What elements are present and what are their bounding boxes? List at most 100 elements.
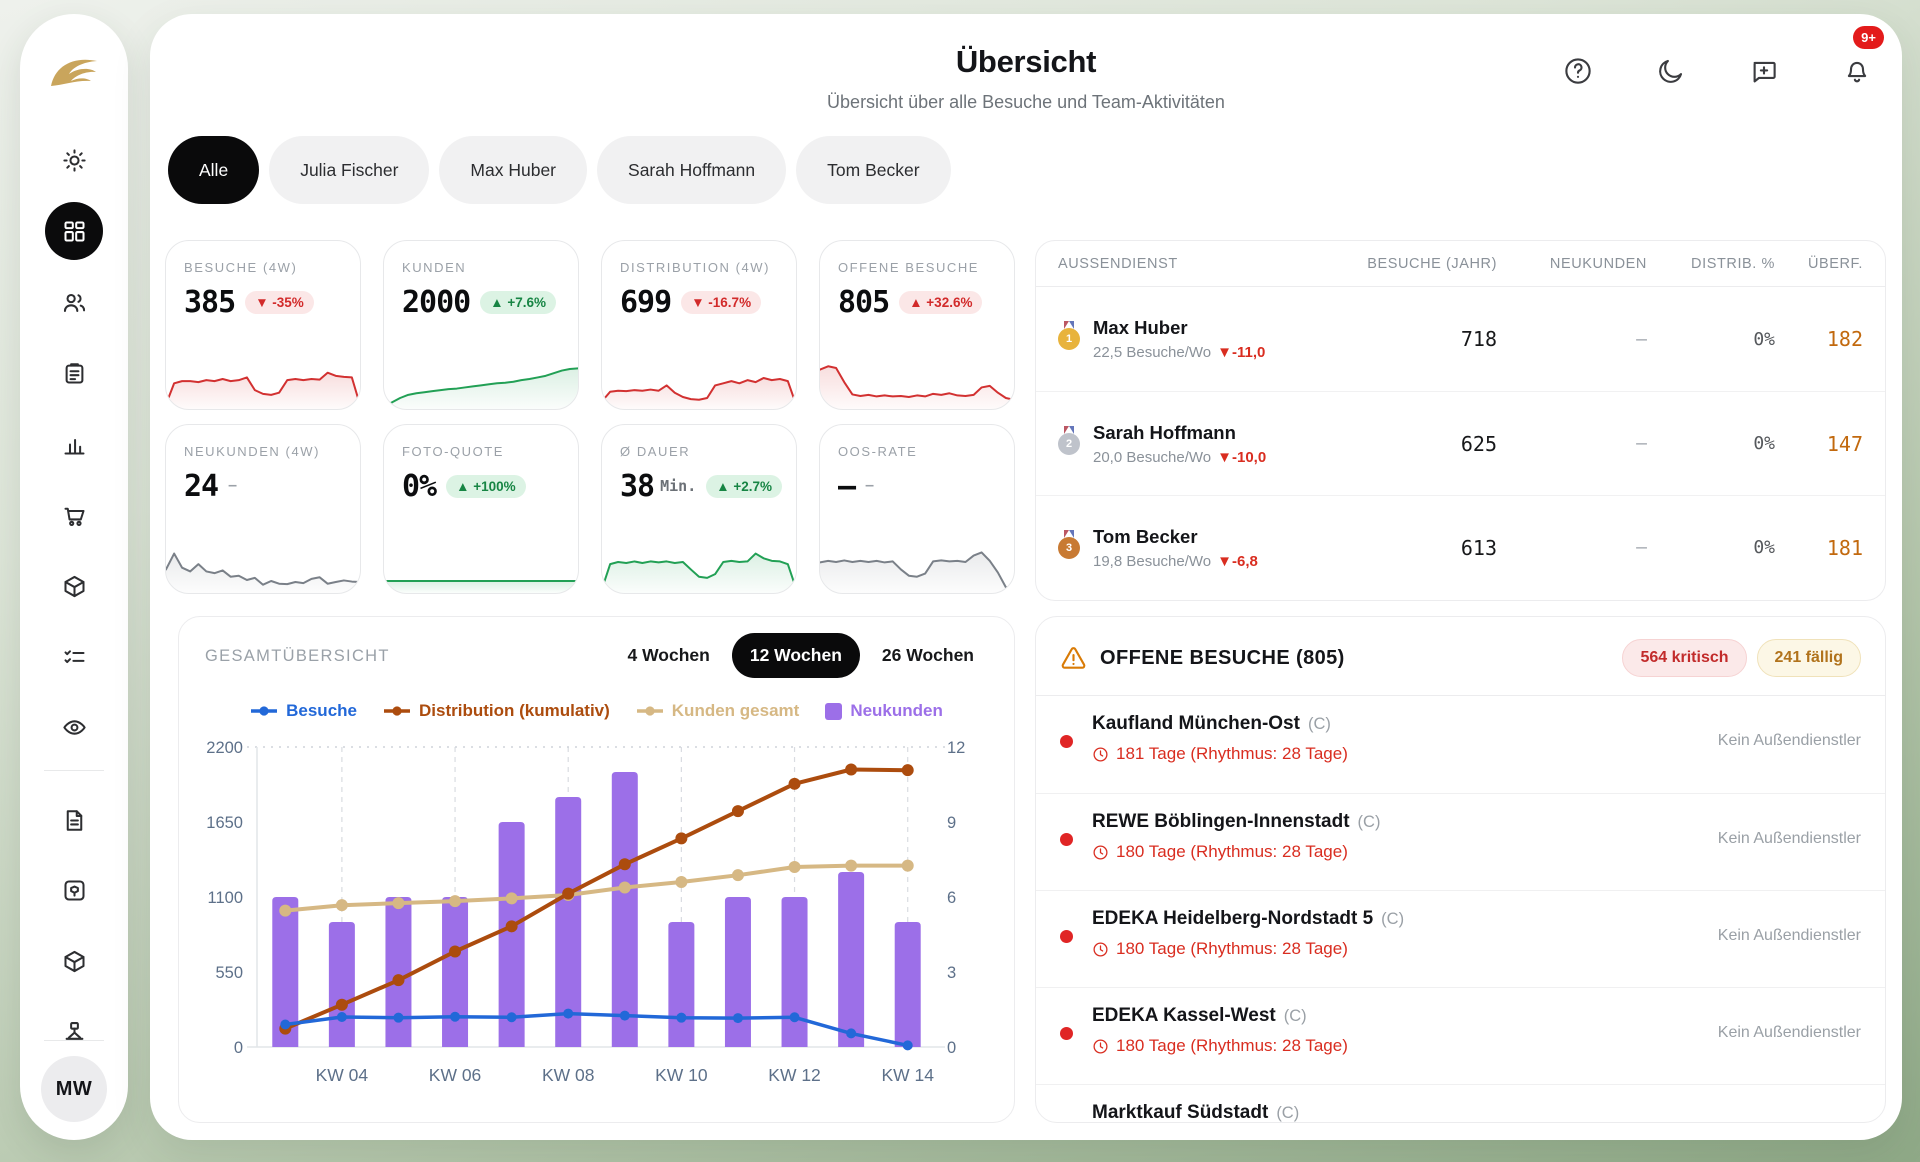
kpi-sparkline	[166, 533, 360, 593]
filter-pill-alle[interactable]: Alle	[168, 136, 259, 204]
sidebar-divider	[44, 1040, 104, 1041]
sidebar-item-eye[interactable]	[50, 703, 98, 751]
moon-icon	[1656, 56, 1686, 86]
team-member-rate: 19,8 Besuche/Wo▼-6,8	[1093, 553, 1258, 570]
chart-tab-4-wochen[interactable]: 4 Wochen	[610, 633, 728, 678]
visits-year-value: 718	[1322, 327, 1497, 351]
sidebar-item-dashboard[interactable]	[45, 202, 103, 260]
open-visit-item-edeka-kassel-west[interactable]: EDEKA Kassel-West(C)180 Tage (Rhythmus: …	[1036, 987, 1885, 1084]
sidebar-item-package-12[interactable]	[50, 937, 98, 985]
team-row-tom-becker[interactable]: 3Tom Becker19,8 Besuche/Wo▼-6,8613–0%181	[1036, 495, 1885, 599]
open-visit-item-rewe-böblingen-innenstadt[interactable]: REWE Böblingen-Innenstadt(C)180 Tage (Rh…	[1036, 793, 1885, 890]
kpi-value: —	[838, 469, 855, 504]
legend-line-marker	[250, 705, 278, 717]
notifications-button[interactable]	[1840, 54, 1874, 88]
sidebar-item-sitemap-13[interactable]	[50, 1007, 98, 1055]
dark-mode-toggle[interactable]	[1654, 54, 1688, 88]
chart-point-besuche	[733, 1013, 743, 1023]
ueberf-value: 147	[1775, 432, 1863, 456]
sidebar-item-sun[interactable]	[50, 136, 98, 184]
kpi-card-kunden: KUNDEN2000▲ +7.6%	[383, 240, 579, 410]
kpi-sparkline	[820, 349, 1014, 409]
chart-point-besuche	[507, 1012, 517, 1022]
notification-count-badge: 9+	[1853, 26, 1884, 49]
sidebar-item-document-10[interactable]	[50, 796, 98, 844]
dashboard-icon	[61, 218, 88, 245]
chart-bar-kw-04	[329, 922, 355, 1047]
sidebar-item-checklist[interactable]	[50, 633, 98, 681]
rate-delta: ▼-10,0	[1217, 449, 1266, 466]
open-visit-item-kaufland-münchen-ost[interactable]: Kaufland München-Ost(C)181 Tage (Rhythmu…	[1036, 696, 1885, 793]
sidebar-item-package[interactable]	[50, 562, 98, 610]
legend-item-kunden-gesamt[interactable]: Kunden gesamt	[636, 701, 800, 721]
store-name: REWE Böblingen-Innenstadt(C)	[1092, 811, 1655, 833]
offene-besuche-header: OFFENE BESUCHE (805) 564 kritisch241 fäl…	[1036, 617, 1885, 696]
y-right-tick: 9	[947, 814, 956, 832]
overdue-days: 180 Tage (Rhythmus: 28 Tage)	[1092, 1036, 1655, 1056]
sidebar-item-users[interactable]	[50, 278, 98, 326]
header-actions	[1561, 54, 1874, 88]
assignee-label: Kein Außendienstler	[1718, 830, 1861, 848]
legend-item-distribution-kumulativ[interactable]: Distribution (kumulativ)	[383, 701, 610, 721]
open-visit-item-edeka-heidelberg-nordstadt-5[interactable]: EDEKA Heidelberg-Nordstadt 5(C)180 Tage …	[1036, 890, 1885, 987]
chart-point-kunden-gesamt	[902, 860, 914, 872]
y-right-tick: 6	[947, 889, 956, 907]
combo-chart: 0550110016502200036912KW 04KW 06KW 08KW …	[179, 729, 1015, 1114]
sidebar-item-bar-chart[interactable]	[50, 420, 98, 468]
gesamtuebersicht-card: GESAMTÜBERSICHT 4 Wochen12 Wochen26 Woch…	[178, 616, 1015, 1123]
sidebar-item-box-export-11[interactable]	[50, 866, 98, 914]
filter-pill-tom-becker[interactable]: Tom Becker	[796, 136, 950, 204]
chart-line-besuche	[285, 1014, 907, 1046]
chart-tab-12-wochen[interactable]: 12 Wochen	[732, 633, 860, 678]
store-class: (C)	[1284, 1007, 1307, 1025]
kpi-card-neukunden-4w: NEUKUNDEN (4W)24–	[165, 424, 361, 594]
kpi-card-besuche-4w: BESUCHE (4W)385▼ -35%	[165, 240, 361, 410]
team-row-sarah-hoffmann[interactable]: 2Sarah Hoffmann20,0 Besuche/Wo▼-10,0625–…	[1036, 391, 1885, 495]
kpi-grid: BESUCHE (4W)385▼ -35%KUNDEN2000▲ +7.6%DI…	[165, 240, 1015, 594]
legend-line-marker	[383, 705, 411, 717]
kpi-sparkline	[384, 349, 578, 409]
legend-item-besuche[interactable]: Besuche	[250, 701, 357, 721]
open-visit-item-marktkauf-südstadt[interactable]: Marktkauf Südstadt(C)180 Tage (Rhythmus:…	[1036, 1084, 1885, 1123]
filter-pill-julia-fischer[interactable]: Julia Fischer	[269, 136, 429, 204]
critical-dot	[1060, 833, 1073, 846]
feedback-button[interactable]	[1747, 54, 1781, 88]
kpi-label: OOS-RATE	[838, 443, 996, 462]
main-panel: Übersicht Übersicht über alle Besuche un…	[150, 14, 1902, 1140]
chart-tab-26-wochen[interactable]: 26 Wochen	[864, 633, 992, 678]
neukunden-value: –	[1497, 329, 1647, 350]
store-class: (C)	[1276, 1104, 1299, 1122]
chart-point-besuche	[846, 1028, 856, 1038]
sidebar-item-clipboard[interactable]	[50, 349, 98, 397]
chart-point-kunden-gesamt	[506, 892, 518, 904]
bar-chart-icon	[61, 431, 88, 458]
filter-pill-sarah-hoffmann[interactable]: Sarah Hoffmann	[597, 136, 786, 204]
offene-besuche-panel: OFFENE BESUCHE (805) 564 kritisch241 fäl…	[1035, 616, 1886, 1123]
kpi-value: 38	[620, 469, 654, 504]
chart-bar-kw-11	[725, 897, 751, 1047]
chart-point-distribution-kumulativ	[675, 832, 687, 844]
box-export-icon	[61, 877, 88, 904]
legend-label: Distribution (kumulativ)	[419, 701, 610, 721]
team-member-rate: 22,5 Besuche/Wo▼-11,0	[1093, 344, 1265, 361]
assignee-label: Kein Außendienstler	[1718, 1024, 1861, 1042]
legend-item-neukunden[interactable]: Neukunden	[825, 701, 943, 721]
kpi-unit: Min.	[660, 477, 696, 495]
chart-legend: Besuche Distribution (kumulativ) Kunden ge…	[179, 701, 1014, 721]
column-header-neukunden: NEUKUNDEN	[1497, 256, 1647, 272]
chart-bar-kw-12	[782, 897, 808, 1047]
user-avatar[interactable]: MW	[41, 1056, 107, 1122]
chart-point-besuche	[450, 1012, 460, 1022]
team-row-max-huber[interactable]: 1Max Huber22,5 Besuche/Wo▼-11,0718–0%182	[1036, 287, 1885, 391]
kpi-delta-badge: ▲ +32.6%	[899, 291, 982, 314]
y-right-tick: 0	[947, 1039, 956, 1057]
chart-point-kunden-gesamt	[675, 876, 687, 888]
team-member-name: Sarah Hoffmann	[1093, 422, 1266, 444]
sidebar-item-cart[interactable]	[50, 491, 98, 539]
ueberf-value: 181	[1775, 536, 1863, 560]
help-button[interactable]	[1561, 54, 1595, 88]
checklist-icon	[61, 644, 88, 671]
filter-pill-max-huber[interactable]: Max Huber	[439, 136, 587, 204]
team-member-name: Max Huber	[1093, 317, 1265, 339]
store-name: Kaufland München-Ost(C)	[1092, 713, 1655, 735]
